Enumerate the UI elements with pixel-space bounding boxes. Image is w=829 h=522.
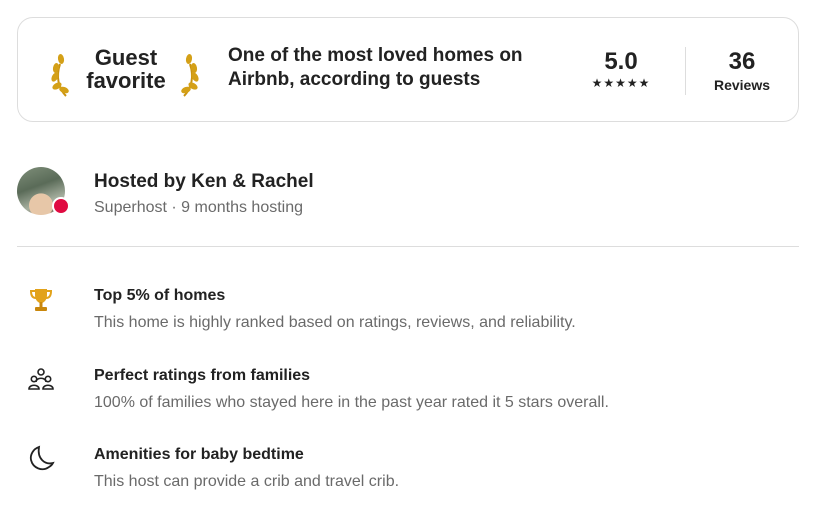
trophy-icon <box>29 289 53 311</box>
rating-value: 5.0 <box>604 48 638 75</box>
guest-favorite-title: Guest favorite <box>86 45 166 93</box>
highlight-item: Amenities for baby bedtime This host can… <box>17 445 799 495</box>
vertical-divider <box>685 47 686 95</box>
reviews-link[interactable]: 36 Reviews <box>704 48 780 94</box>
guest-favorite-description: One of the most loved homes on Airbnb, a… <box>228 45 523 90</box>
reviews-count: 36 <box>728 48 756 75</box>
host-section: Hosted by Ken & Rachel Superhost · 9 mon… <box>17 167 799 217</box>
highlight-description: 100% of families who stayed here in the … <box>94 394 609 411</box>
highlight-title: Amenities for baby bedtime <box>94 446 304 463</box>
highlight-description: This home is highly ranked based on rati… <box>94 314 576 331</box>
laurel-right-icon <box>181 54 199 97</box>
superhost-badge-icon <box>52 197 70 215</box>
host-subtitle: Superhost · 9 months hosting <box>94 199 304 216</box>
laurel-left-icon <box>51 54 69 97</box>
moon-icon <box>29 445 55 471</box>
highlight-description: This host can provide a crib and travel … <box>94 473 400 490</box>
highlight-item: Top 5% of homes This home is highly rank… <box>17 286 799 336</box>
host-title: Hosted by Ken & Rachel <box>94 171 314 192</box>
highlight-item: Perfect ratings from families 100% of fa… <box>17 366 799 416</box>
family-icon <box>28 368 54 390</box>
highlight-title: Perfect ratings from families <box>94 367 311 384</box>
guest-favorite-badge: Guest favorite <box>50 40 220 102</box>
rating-block: 5.0 ★★★★★ <box>578 48 664 90</box>
highlight-title: Top 5% of homes <box>94 287 226 304</box>
reviews-label: Reviews <box>713 77 771 93</box>
star-rating-icon: ★★★★★ <box>591 76 651 90</box>
section-divider <box>17 246 799 247</box>
guest-favorite-card[interactable]: Guest favorite One of the most loved hom… <box>17 17 799 122</box>
